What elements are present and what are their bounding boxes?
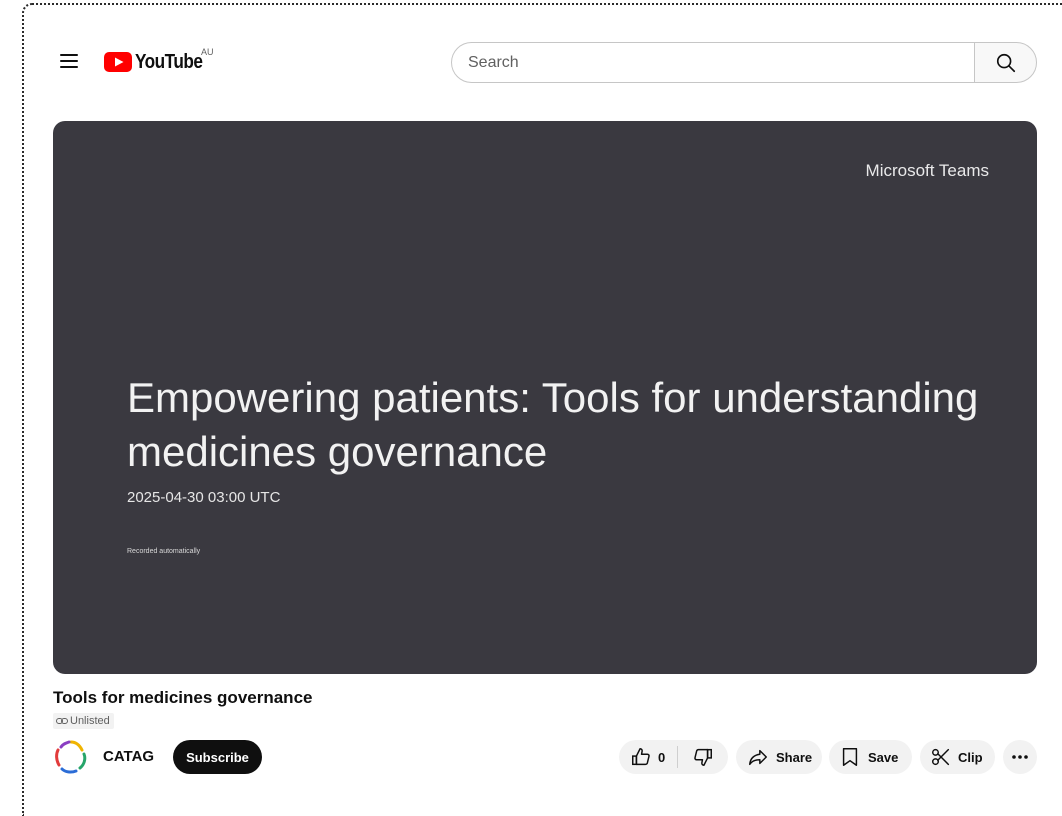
video-brand-tag: Microsoft Teams [865,161,989,180]
search-button[interactable] [974,42,1037,83]
menu-icon[interactable] [60,54,78,68]
save-button[interactable]: Save [829,740,912,774]
unlisted-label: Unlisted [70,715,110,727]
share-button[interactable]: Share [736,740,822,774]
thumbs-down-icon [694,748,712,766]
video-slide-title: Empowering patients: Tools for understan… [127,374,979,475]
like-button[interactable]: 0 [619,740,677,774]
search-input[interactable] [451,42,974,83]
thumbs-up-icon [632,748,650,766]
logo-text: YouTube [135,50,203,73]
bookmark-icon [842,748,858,766]
video-slide-note: Recorded automatically [127,548,201,555]
share-icon [749,749,767,766]
channel-row: CATAG Subscribe 0 Share Save Clip [53,737,1037,777]
link-icon [56,718,68,724]
video-slide-date: 2025-04-30 03:00 UTC [127,489,281,506]
clip-button[interactable]: Clip [920,740,995,774]
masthead: YouTube AU [0,0,1062,120]
clip-label: Clip [958,749,983,765]
scissors-icon [932,748,950,766]
channel-avatar[interactable] [53,739,89,775]
more-horizontal-icon [1012,755,1028,759]
region-code: AU [201,47,214,57]
unlisted-badge: Unlisted [53,713,114,729]
video-title: Tools for medicines governance [53,688,313,707]
video-player[interactable]: Microsoft Teams Empowering patients: Too… [53,121,1037,674]
youtube-logo-icon [104,52,132,72]
search-bar [451,42,1037,83]
like-count: 0 [658,749,666,765]
dislike-button[interactable] [678,740,728,774]
subscribe-button[interactable]: Subscribe [173,740,262,774]
save-label: Save [868,749,899,765]
channel-name[interactable]: CATAG [103,748,154,765]
share-label: Share [776,749,813,765]
youtube-logo[interactable]: YouTube AU [104,47,214,74]
like-dislike-group: 0 [619,740,728,774]
more-actions-button[interactable] [1003,740,1037,774]
search-icon [996,53,1015,72]
